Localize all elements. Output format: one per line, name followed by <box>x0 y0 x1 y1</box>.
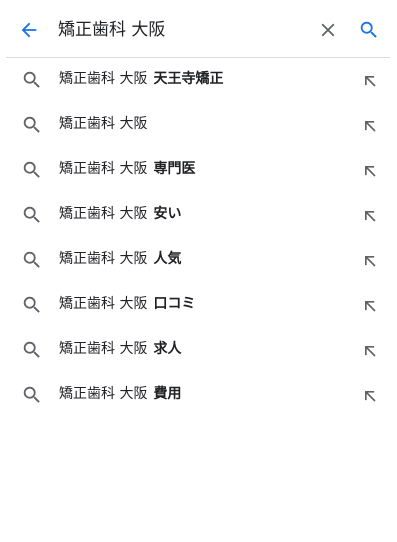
suggestion-text: 矯正歯科 大阪 費用 <box>59 372 181 417</box>
search-icon <box>21 204 43 226</box>
arrow-up-left-icon <box>365 301 376 312</box>
suggestion-text: 矯正歯科 大阪 専門医 <box>59 147 195 192</box>
suggestion-item[interactable]: 矯正歯科 大阪 求人 <box>0 327 397 372</box>
fill-query-button[interactable] <box>356 292 384 320</box>
arrow-left-icon <box>21 22 37 38</box>
arrow-up-left-icon <box>365 346 376 357</box>
search-icon <box>21 384 43 406</box>
back-button[interactable] <box>14 15 44 45</box>
fill-query-button[interactable] <box>356 112 384 140</box>
suggestion-base-text: 矯正歯科 大阪 <box>59 161 148 177</box>
arrow-up-left-icon <box>365 391 376 402</box>
fill-query-button[interactable] <box>356 382 384 410</box>
suggestion-item[interactable]: 矯正歯科 大阪 安い <box>0 192 397 237</box>
suggestion-text: 矯正歯科 大阪 <box>59 102 153 147</box>
fill-query-button[interactable] <box>356 247 384 275</box>
suggestion-base-text: 矯正歯科 大阪 <box>59 341 148 357</box>
search-icon <box>360 21 377 38</box>
suggestion-item[interactable]: 矯正歯科 大阪 <box>0 102 397 147</box>
suggestion-completion-text: 費用 <box>153 386 182 402</box>
arrow-up-left-icon <box>365 76 376 87</box>
search-icon <box>21 249 43 271</box>
fill-query-button[interactable] <box>356 202 384 230</box>
suggestion-text: 矯正歯科 大阪 安い <box>59 192 181 237</box>
suggestion-base-text: 矯正歯科 大阪 <box>59 116 148 132</box>
suggestion-item[interactable]: 矯正歯科 大阪 口コミ <box>0 282 397 327</box>
suggestion-completion-text: 天王寺矯正 <box>153 71 224 87</box>
search-button[interactable] <box>355 15 383 45</box>
search-header <box>0 0 397 58</box>
search-icon <box>21 294 43 316</box>
arrow-up-left-icon <box>365 121 376 132</box>
suggestion-completion-text: 安い <box>153 206 182 222</box>
suggestion-completion-text: 求人 <box>153 341 182 357</box>
suggestion-base-text: 矯正歯科 大阪 <box>59 206 148 222</box>
fill-query-button[interactable] <box>356 157 384 185</box>
suggestion-item[interactable]: 矯正歯科 大阪 専門医 <box>0 147 397 192</box>
arrow-up-left-icon <box>365 211 376 222</box>
suggestion-completion-text: 人気 <box>153 251 182 267</box>
suggestion-item[interactable]: 矯正歯科 大阪 天王寺矯正 <box>0 57 397 102</box>
suggestion-text: 矯正歯科 大阪 天王寺矯正 <box>59 57 223 102</box>
suggestion-base-text: 矯正歯科 大阪 <box>59 296 148 312</box>
search-icon <box>21 159 43 181</box>
suggestion-base-text: 矯正歯科 大阪 <box>59 386 148 402</box>
suggestion-base-text: 矯正歯科 大阪 <box>59 71 148 87</box>
suggestion-text: 矯正歯科 大阪 人気 <box>59 237 181 282</box>
close-icon <box>321 23 335 37</box>
arrow-up-left-icon <box>365 256 376 267</box>
suggestion-completion-text: 専門医 <box>153 161 196 177</box>
clear-button[interactable] <box>314 15 342 45</box>
fill-query-button[interactable] <box>356 337 384 365</box>
search-input[interactable] <box>58 15 306 45</box>
suggestion-base-text: 矯正歯科 大阪 <box>59 251 148 267</box>
suggestion-text: 矯正歯科 大阪 口コミ <box>59 282 195 327</box>
suggestion-completion-text: 口コミ <box>153 296 196 312</box>
suggestion-item[interactable]: 矯正歯科 大阪 人気 <box>0 237 397 282</box>
search-icon <box>21 69 43 91</box>
suggestion-item[interactable]: 矯正歯科 大阪 費用 <box>0 372 397 417</box>
arrow-up-left-icon <box>365 166 376 177</box>
search-icon <box>21 339 43 361</box>
fill-query-button[interactable] <box>356 67 384 95</box>
search-icon <box>21 114 43 136</box>
suggestion-list: 矯正歯科 大阪 天王寺矯正 矯正歯科 大阪 矯正歯科 大阪 専門医 矯正歯科 大… <box>0 57 397 417</box>
suggestion-text: 矯正歯科 大阪 求人 <box>59 327 181 372</box>
